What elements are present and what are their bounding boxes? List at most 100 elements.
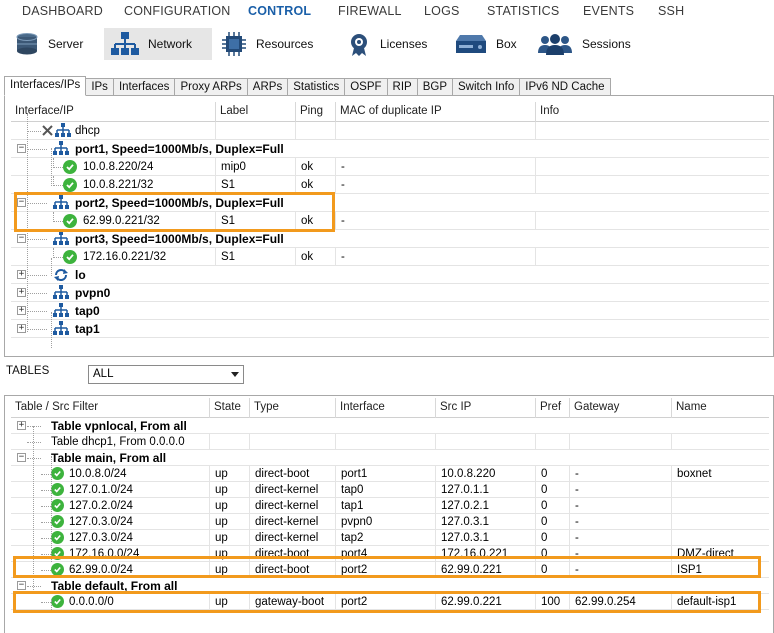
- route-name: [671, 498, 769, 514]
- route-destination: Table main, From all: [51, 451, 167, 465]
- interface-row[interactable]: + pvpn0: [11, 284, 769, 302]
- interface-ping: ok: [295, 248, 335, 266]
- interface-row[interactable]: − port3, Speed=1000Mb/s, Duplex=Full: [11, 230, 769, 248]
- col-table-src-filter[interactable]: Table / Src Filter: [11, 398, 209, 418]
- interface-row[interactable]: − port2, Speed=1000Mb/s, Duplex=Full: [11, 194, 769, 212]
- status-ok-icon: [63, 160, 77, 174]
- expand-toggle-icon[interactable]: +: [17, 270, 26, 279]
- tab-arps[interactable]: ARPs: [247, 78, 289, 96]
- expand-toggle-icon[interactable]: −: [17, 581, 26, 590]
- col-interface-ip[interactable]: Interface/IP: [11, 102, 211, 122]
- status-ok-icon: [51, 531, 64, 544]
- expand-toggle-icon[interactable]: −: [17, 144, 26, 153]
- route-pref: 0: [535, 514, 569, 530]
- route-row[interactable]: 10.0.8.0/24 up direct-boot port1 10.0.8.220 0…: [11, 466, 769, 482]
- tab-ips[interactable]: IPs: [86, 78, 114, 96]
- menu-ssh[interactable]: SSH: [658, 4, 684, 18]
- interface-row[interactable]: dhcp: [11, 122, 769, 140]
- interface-ping: ok: [295, 158, 335, 176]
- col-info[interactable]: Info: [535, 102, 769, 122]
- tree-line: [51, 600, 52, 610]
- route-table-row[interactable]: − Table main, From all: [11, 450, 769, 466]
- route-row[interactable]: 127.0.3.0/24 up direct-kernel tap2 127.0.3.1…: [11, 530, 769, 546]
- route-src: 127.0.3.1: [435, 530, 535, 546]
- tab-interfaces-ips[interactable]: Interfaces/IPs: [4, 76, 87, 96]
- route-row[interactable]: 172.16.0.0/24 up direct-boot port4 172.16.0.…: [11, 546, 769, 562]
- route-iface: port4: [335, 546, 435, 562]
- tab-ospf[interactable]: OSPF: [345, 78, 388, 96]
- route-table-row[interactable]: + Table vpnlocal, From all: [11, 418, 769, 434]
- tab-statistics[interactable]: Statistics: [288, 78, 346, 96]
- col-label[interactable]: Label: [215, 102, 295, 122]
- expand-toggle-icon[interactable]: −: [17, 234, 26, 243]
- box-button[interactable]: Box: [448, 28, 523, 60]
- route-src: 127.0.3.1: [435, 514, 535, 530]
- menu-firewall[interactable]: FIREWALL: [338, 4, 402, 18]
- network-icon: [53, 195, 69, 209]
- resources-button[interactable]: Resources: [214, 28, 319, 60]
- route-row[interactable]: 127.0.3.0/24 up direct-kernel pvpn0 127.0.3.…: [11, 514, 769, 530]
- expand-toggle-icon[interactable]: −: [17, 453, 26, 462]
- col-mac-duplicate[interactable]: MAC of duplicate IP: [335, 102, 535, 122]
- licenses-button[interactable]: Licenses: [340, 28, 433, 60]
- route-row[interactable]: Table dhcp1, From 0.0.0.0: [11, 434, 769, 450]
- network-icon: [55, 123, 71, 137]
- route-src: [435, 434, 535, 450]
- route-table-row[interactable]: − Table default, From all: [11, 578, 769, 594]
- interface-row[interactable]: + tap1: [11, 320, 769, 338]
- col-type[interactable]: Type: [249, 398, 335, 418]
- route-name: ISP1: [671, 562, 769, 578]
- route-name: [671, 530, 769, 546]
- tree-line: [33, 426, 34, 594]
- menu-statistics[interactable]: STATISTICS: [487, 4, 559, 18]
- interface-row[interactable]: 62.99.0.221/32 S1 ok -: [11, 212, 769, 230]
- route-gw: -: [569, 546, 671, 562]
- expand-toggle-icon[interactable]: +: [17, 421, 26, 430]
- tab-proxy-arps[interactable]: Proxy ARPs: [175, 78, 248, 96]
- expand-toggle-icon[interactable]: +: [17, 288, 26, 297]
- expand-toggle-icon[interactable]: +: [17, 306, 26, 315]
- route-row[interactable]: 127.0.1.0/24 up direct-kernel tap0 127.0.1.1…: [11, 482, 769, 498]
- col-gateway[interactable]: Gateway: [569, 398, 671, 418]
- route-row[interactable]: 62.99.0.0/24 up direct-boot port2 62.99.0.22…: [11, 562, 769, 578]
- col-name[interactable]: Name: [671, 398, 769, 418]
- tables-select[interactable]: ALL: [88, 365, 244, 384]
- tab-ipv6-nd-cache[interactable]: IPv6 ND Cache: [520, 78, 611, 96]
- interface-name: tap1: [75, 322, 100, 336]
- menu-dashboard[interactable]: DASHBOARD: [22, 4, 103, 18]
- tab-rip[interactable]: RIP: [387, 78, 418, 96]
- network-button[interactable]: Network: [104, 28, 212, 60]
- menu-control[interactable]: CONTROL: [248, 4, 311, 18]
- interface-row[interactable]: + lo: [11, 266, 769, 284]
- interface-row[interactable]: 10.0.8.221/32 S1 ok -: [11, 176, 769, 194]
- route-destination: 127.0.1.0/24: [69, 484, 133, 496]
- route-row[interactable]: 127.0.2.0/24 up direct-kernel tap1 127.0.2.1…: [11, 498, 769, 514]
- menu-events[interactable]: EVENTS: [583, 4, 634, 18]
- server-icon: [16, 33, 38, 55]
- tree-line: [51, 148, 52, 186]
- users-icon: [538, 34, 572, 55]
- interfaces-tree-table: Interface/IP Label Ping MAC of duplicate…: [4, 95, 774, 357]
- tab-switch-info[interactable]: Switch Info: [453, 78, 521, 96]
- sessions-button[interactable]: Sessions: [530, 28, 637, 60]
- col-interface[interactable]: Interface: [335, 398, 435, 418]
- col-state[interactable]: State: [209, 398, 249, 418]
- top-menu: DASHBOARD CONFIGURATION CONTROL FIREWALL…: [0, 0, 774, 22]
- expand-toggle-icon[interactable]: −: [17, 198, 26, 207]
- menu-logs[interactable]: LOGS: [424, 4, 460, 18]
- route-gw: -: [569, 498, 671, 514]
- tab-interfaces[interactable]: Interfaces: [113, 78, 176, 96]
- interface-row[interactable]: 172.16.0.221/32 S1 ok -: [11, 248, 769, 266]
- interface-row[interactable]: − port1, Speed=1000Mb/s, Duplex=Full: [11, 140, 769, 158]
- expand-toggle-icon[interactable]: +: [17, 324, 26, 333]
- route-row[interactable]: 0.0.0.0/0 up gateway-boot port2 62.99.0.221 1…: [11, 594, 769, 610]
- interface-row[interactable]: + tap0: [11, 302, 769, 320]
- interface-row[interactable]: 10.0.8.220/24 mip0 ok -: [11, 158, 769, 176]
- server-button[interactable]: Server: [8, 28, 89, 60]
- col-ping[interactable]: Ping: [295, 102, 335, 122]
- route-iface: port2: [335, 562, 435, 578]
- tab-bgp[interactable]: BGP: [417, 78, 453, 96]
- col-pref[interactable]: Pref: [535, 398, 569, 418]
- menu-configuration[interactable]: CONFIGURATION: [124, 4, 231, 18]
- col-src-ip[interactable]: Src IP: [435, 398, 535, 418]
